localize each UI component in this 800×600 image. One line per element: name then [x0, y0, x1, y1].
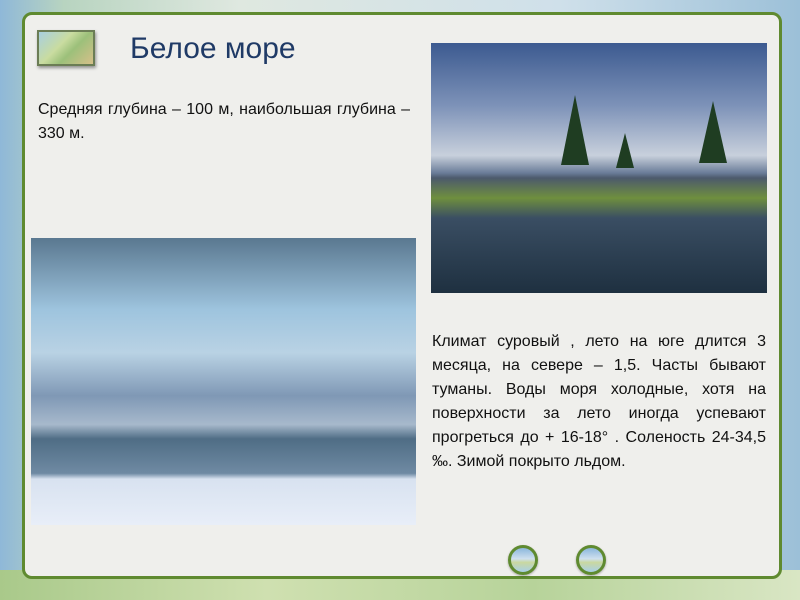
map-icon: [37, 30, 95, 66]
next-slide-button[interactable]: [576, 545, 606, 575]
climate-text: Климат суровый , лето на юге длится 3 ме…: [432, 333, 766, 470]
photo-sea-shore: [31, 238, 416, 525]
photo-island-with-trees: [431, 43, 767, 293]
tree-icon: [699, 101, 727, 163]
slide-title: Белое море: [130, 32, 296, 65]
tree-icon: [616, 133, 634, 168]
depth-text: Средняя глубина – 100 м, наибольшая глуб…: [38, 101, 410, 142]
tree-icon: [561, 95, 589, 165]
prev-slide-button[interactable]: [508, 545, 538, 575]
